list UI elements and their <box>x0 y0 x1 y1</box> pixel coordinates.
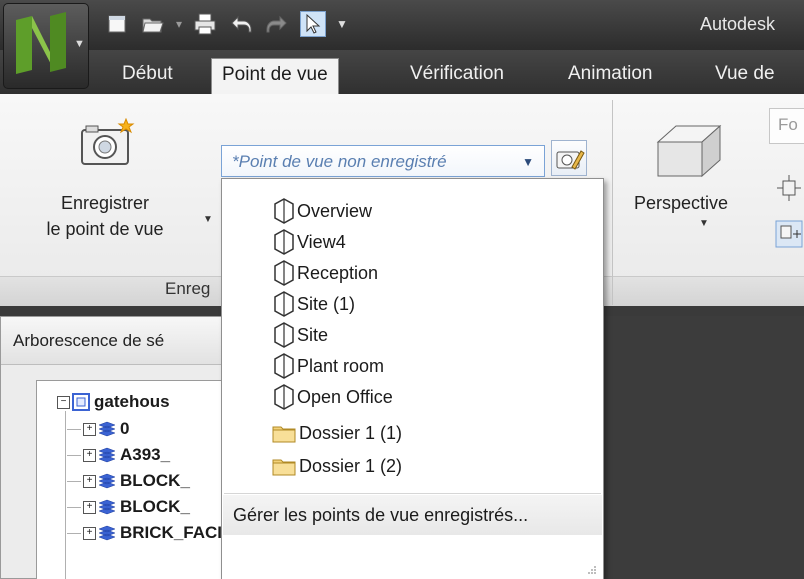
redo-icon[interactable] <box>264 11 290 37</box>
tree-row[interactable]: + A393_ <box>67 442 170 468</box>
navigation-icon[interactable] <box>775 175 803 203</box>
viewpoint-item-plant-room[interactable]: Plant room <box>272 351 384 381</box>
field-of-view-field[interactable]: Fo <box>769 108 804 144</box>
folder-item-label: Dossier 1 (1) <box>299 422 403 443</box>
resize-grip-icon[interactable] <box>587 565 597 575</box>
manage-viewpoints-footer: Gérer les points de vue enregistrés... <box>223 495 602 535</box>
viewpoint-item-reception[interactable]: Reception <box>272 258 378 288</box>
tree-row[interactable]: + BLOCK_ <box>67 494 190 520</box>
open-file-icon[interactable] <box>140 11 166 37</box>
viewpoint-item-site-1[interactable]: Site (1) <box>272 289 355 319</box>
undo-icon[interactable] <box>228 11 254 37</box>
tab-animation[interactable]: Animation <box>558 58 663 94</box>
collapse-icon[interactable]: − <box>57 395 70 409</box>
print-icon[interactable] <box>192 11 218 37</box>
viewpoint-icon <box>274 384 294 410</box>
layer-icon <box>98 447 116 463</box>
folder-icon <box>272 459 296 476</box>
window-title: Autodesk <box>700 14 776 34</box>
viewpoint-item-label: Reception <box>297 262 379 283</box>
camera-save-icon[interactable] <box>80 118 138 168</box>
chevron-down-icon[interactable]: ▼ <box>203 214 213 225</box>
expand-icon[interactable]: + <box>83 474 96 488</box>
tree-connector <box>67 480 81 482</box>
viewpoint-item-label: Overview <box>297 200 373 221</box>
tab-vue-de[interactable]: Vue de <box>705 58 785 94</box>
tree-connector <box>67 532 81 534</box>
viewpoint-icon <box>274 322 294 348</box>
layer-icon <box>98 421 116 437</box>
select-cursor-icon[interactable] <box>300 11 327 37</box>
expand-icon[interactable]: + <box>83 448 96 462</box>
perspective-button[interactable]: Perspective <box>634 193 728 214</box>
model-file-icon <box>72 393 90 411</box>
tree-row[interactable]: − gatehous <box>57 389 170 415</box>
folder-item-label: Dossier 1 (2) <box>299 455 403 476</box>
tree-item-label: BLOCK_ <box>120 471 190 490</box>
folder-item-dossier-1-2[interactable]: Dossier 1 (2) <box>272 451 402 481</box>
folder-item-dossier-1-1[interactable]: Dossier 1 (1) <box>272 418 402 448</box>
application-menu-button[interactable]: ▼ <box>3 3 89 89</box>
move-view-icon[interactable] <box>775 220 803 248</box>
viewpoint-item-label: View4 <box>297 231 346 252</box>
perspective-cube-icon[interactable] <box>654 120 724 180</box>
camera-edit-icon <box>556 150 585 170</box>
viewpoint-icon <box>274 353 294 379</box>
chevron-down-icon[interactable]: ▼ <box>522 155 534 169</box>
ribbon-tabs: Début Point de vue Vérification Animatio… <box>0 50 804 94</box>
layer-icon <box>98 499 116 515</box>
ribbon-separator <box>612 100 613 305</box>
viewpoint-item-label: Plant room <box>297 355 385 376</box>
tree-row[interactable]: + 0 <box>67 416 129 442</box>
save-viewpoint-label-line2: le point de vue <box>46 219 164 239</box>
viewpoint-select[interactable]: *Point de vue non enregistré ▼ <box>221 145 545 177</box>
expand-icon[interactable]: + <box>83 500 96 514</box>
layer-icon <box>98 473 116 489</box>
chevron-down-icon[interactable]: ▾ <box>176 17 182 31</box>
viewpoint-item-label: Site <box>297 324 329 345</box>
tree-item-label: gatehous <box>94 392 170 411</box>
viewpoint-icon <box>274 291 294 317</box>
tree-item-label: A393_ <box>120 445 171 464</box>
dropdown-divider <box>224 493 601 494</box>
navisworks-logo-icon <box>16 12 66 74</box>
viewpoint-dropdown-list: Overview View4 Reception Site (1) Site P… <box>221 178 604 579</box>
manage-saved-viewpoints-link[interactable]: Gérer les points de vue enregistrés... <box>233 505 528 526</box>
viewpoint-item-view4[interactable]: View4 <box>272 227 346 257</box>
folder-icon <box>272 426 296 443</box>
viewpoint-icon <box>274 260 294 286</box>
panel-label-save-load[interactable]: Enreg <box>165 279 210 299</box>
chevron-down-icon: ▼ <box>74 38 85 50</box>
chevron-down-icon[interactable]: ▼ <box>699 218 709 229</box>
manage-viewpoints-button[interactable] <box>551 140 587 176</box>
tree-connector <box>67 428 81 430</box>
expand-icon[interactable]: + <box>83 422 96 436</box>
selection-tree-title: Arborescence de sé <box>13 331 165 350</box>
viewpoint-item-site[interactable]: Site <box>272 320 328 350</box>
tree-connector <box>67 506 81 508</box>
viewpoint-icon <box>274 229 294 255</box>
expand-icon[interactable]: + <box>83 526 96 540</box>
new-file-icon[interactable] <box>104 11 130 37</box>
viewpoint-icon <box>274 198 294 224</box>
viewpoint-select-value: *Point de vue non enregistré <box>232 152 447 171</box>
save-viewpoint-button[interactable]: Enregistrer le point de vue <box>16 190 194 242</box>
tree-item-label: BLOCK_ <box>120 497 190 516</box>
tree-row[interactable]: + BLOCK_ <box>67 468 190 494</box>
tab-verification[interactable]: Vérification <box>400 58 514 94</box>
title-bar: ▾ ▼ Autodesk <box>0 0 804 50</box>
layer-icon <box>98 525 116 541</box>
viewpoint-item-open-office[interactable]: Open Office <box>272 382 393 412</box>
viewpoint-item-label: Open Office <box>297 386 393 407</box>
tree-connector <box>65 411 66 579</box>
tab-debut[interactable]: Début <box>112 58 183 94</box>
tree-connector <box>67 454 81 456</box>
customize-toolbar-icon[interactable]: ▼ <box>336 17 348 31</box>
save-viewpoint-label-line1: Enregistrer <box>60 193 150 213</box>
tree-item-label: 0 <box>120 419 130 438</box>
quick-access-toolbar: ▾ ▼ <box>104 8 348 40</box>
tab-point-de-vue[interactable]: Point de vue <box>211 58 339 94</box>
viewpoint-item-label: Site (1) <box>297 293 356 314</box>
viewpoint-item-overview[interactable]: Overview <box>272 196 372 226</box>
